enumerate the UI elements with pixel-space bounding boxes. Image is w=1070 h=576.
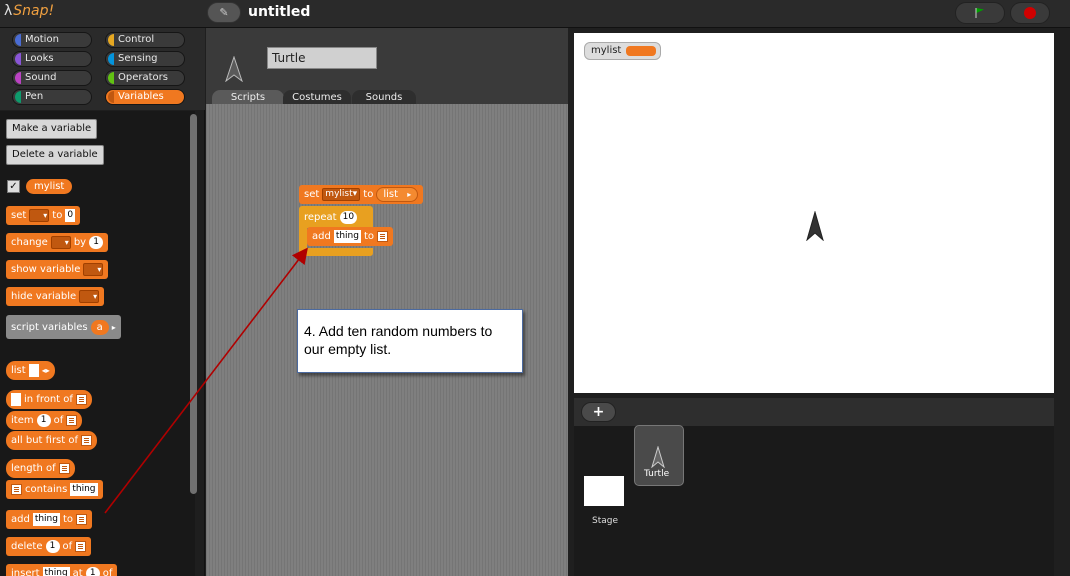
turtle-icon (225, 56, 243, 82)
variable-dropdown[interactable]: ▾ (79, 290, 100, 303)
palette-scrollbar[interactable] (190, 114, 197, 494)
tab-sounds[interactable]: Sounds (352, 90, 416, 105)
sprite-thumbnail-label: Turtle (644, 469, 670, 479)
flag-icon (975, 8, 984, 18)
block-show-variable[interactable]: show variable ▾ (6, 260, 109, 279)
arrow-right-icon[interactable]: ▸ (407, 187, 411, 202)
snap-logo[interactable]: λSnap! (4, 3, 54, 19)
list-slot-icon[interactable] (81, 435, 93, 446)
watcher-value (626, 46, 656, 56)
list-slot-icon[interactable] (11, 484, 22, 495)
tab-scripts[interactable]: Scripts (212, 90, 284, 105)
script-set-block[interactable]: set mylist▾ to list ▸ (299, 185, 424, 204)
list-reporter[interactable]: list ▸ (376, 187, 419, 202)
add-sprite-button[interactable]: + (581, 402, 616, 422)
block-script-variables[interactable]: script variables a ▸ (6, 315, 121, 339)
list-slot-icon[interactable] (76, 514, 88, 525)
block-set-variable[interactable]: set ▾ to 0 (6, 206, 81, 225)
arrows-icon[interactable]: ◂▸ (42, 361, 50, 380)
make-variable-button[interactable]: Make a variable (6, 119, 98, 139)
block-add-to-list[interactable]: add thing to (6, 510, 93, 529)
category-control[interactable]: Control (105, 32, 185, 48)
block-list[interactable]: list ◂▸ (6, 361, 55, 380)
repeat-arm (299, 228, 307, 248)
tutorial-callout: 4. Add ten random numbers to our empty l… (297, 309, 523, 373)
category-operators[interactable]: Operators (105, 70, 185, 86)
turtle-icon (651, 446, 665, 468)
category-looks[interactable]: Looks (12, 51, 92, 67)
variable-watcher-checkbox[interactable]: ✓ (7, 180, 20, 193)
block-in-front-of[interactable]: in front of (6, 390, 92, 409)
block-contains[interactable]: contains thing (6, 480, 103, 499)
variable-dropdown[interactable]: ▾ (83, 263, 104, 276)
category-sound[interactable]: Sound (12, 70, 92, 86)
script-add-block[interactable]: add thing to (307, 227, 394, 246)
list-slot-icon[interactable] (75, 394, 87, 405)
variable-reporter-mylist[interactable]: mylist (26, 179, 73, 194)
stop-button[interactable] (1010, 2, 1050, 24)
category-pen[interactable]: Pen (12, 89, 92, 105)
corral-toolbar (574, 398, 1054, 426)
list-slot-icon[interactable] (66, 415, 78, 426)
pencil-icon: ✎ (219, 6, 229, 19)
project-menu-button[interactable]: ✎ (207, 2, 241, 23)
block-all-but-first[interactable]: all but first of (6, 431, 98, 450)
block-item-of[interactable]: item 1 of (6, 411, 83, 430)
list-slot-icon[interactable] (75, 541, 87, 552)
category-motion[interactable]: Motion (12, 32, 92, 48)
variable-dropdown[interactable]: ▾ (50, 236, 71, 249)
tab-costumes[interactable]: Costumes (283, 90, 351, 105)
variable-watcher[interactable]: mylist (584, 42, 661, 60)
delete-variable-button[interactable]: Delete a variable (6, 145, 104, 165)
list-slot-icon[interactable] (58, 463, 70, 474)
sprite-name-field[interactable]: Turtle (267, 47, 377, 69)
turtle-sprite-icon[interactable] (806, 211, 824, 241)
arrow-right-icon[interactable]: ▸ (112, 318, 116, 337)
category-sensing[interactable]: Sensing (105, 51, 185, 67)
block-hide-variable[interactable]: hide variable ▾ (6, 287, 105, 306)
block-change-variable[interactable]: change ▾ by 1 (6, 233, 109, 252)
block-insert-at[interactable]: insert thing at 1 of (6, 564, 118, 576)
stage-thumbnail-label: Stage (592, 516, 619, 526)
project-title: untitled (248, 4, 311, 20)
list-slot-icon[interactable] (377, 231, 389, 242)
category-variables[interactable]: Variables (105, 89, 185, 105)
variable-dropdown[interactable]: ▾ (29, 209, 50, 222)
stop-icon (1024, 7, 1036, 19)
variable-dropdown[interactable]: mylist▾ (322, 188, 361, 201)
stage-thumbnail[interactable] (584, 476, 624, 506)
green-flag-button[interactable] (955, 2, 1005, 24)
block-length-of[interactable]: length of (6, 459, 75, 478)
repeat-bottom (299, 248, 373, 256)
top-bar: λSnap! ✎ untitled (0, 0, 1070, 28)
block-delete-of[interactable]: delete 1 of (6, 537, 92, 556)
script-repeat-block[interactable]: repeat 10 (299, 206, 373, 228)
